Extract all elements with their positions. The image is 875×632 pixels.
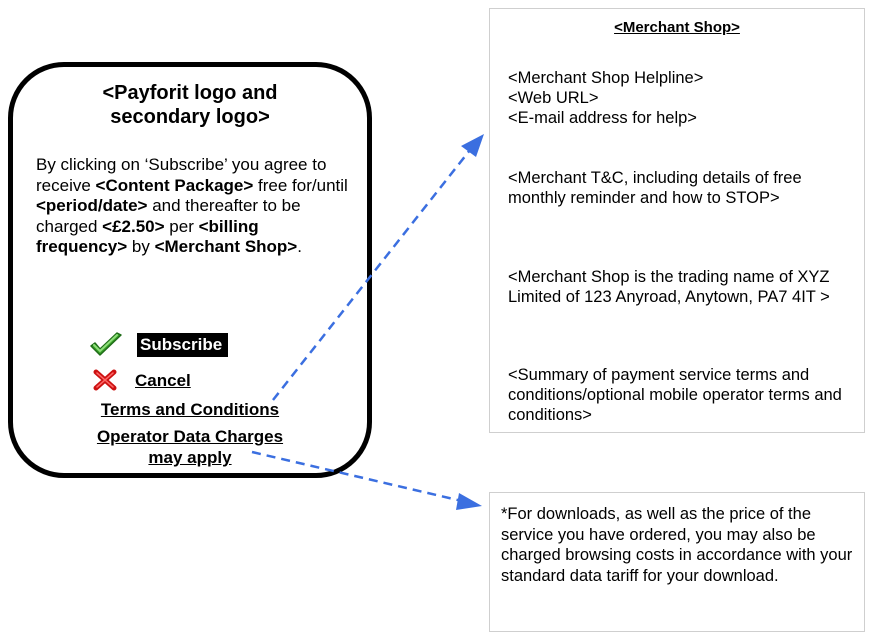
terms-text-2: free for/until [253, 175, 348, 195]
operator-data-charges-link[interactable]: Operator Data Charges [13, 426, 367, 447]
merchant-shop-placeholder: <Merchant Shop> [154, 237, 298, 256]
merchant-tandc: <Merchant T&C, including details of free… [508, 169, 802, 207]
terms-text-5: by [127, 237, 155, 256]
content-package-placeholder: <Content Package> [95, 175, 254, 195]
merchant-web-url: <Web URL> [508, 89, 599, 107]
merchant-help-email: <E-mail address for help> [508, 109, 697, 127]
check-icon [90, 332, 122, 356]
merchant-helpline: <Merchant Shop Helpline> [508, 69, 704, 87]
data-charges-footnote-panel: *For downloads, as well as the price of … [489, 492, 865, 632]
subscribe-label[interactable]: Subscribe [137, 333, 229, 357]
phone-screen-mockup: <Payforit logo and secondary logo> By cl… [8, 62, 372, 478]
operator-data-charges-link-line-2[interactable]: may apply [13, 447, 367, 468]
payment-service-summary: <Summary of payment service terms and co… [508, 366, 842, 424]
logo-line-1: <Payforit logo and [102, 82, 278, 104]
data-charges-footnote: *For downloads, as well as the price of … [501, 505, 853, 585]
terms-text-4: per [164, 216, 199, 236]
cancel-button[interactable]: Cancel [93, 367, 191, 393]
cross-icon [93, 369, 117, 391]
payforit-logo-placeholder: <Payforit logo and secondary logo> [13, 81, 367, 129]
terms-text-6: . [297, 237, 302, 256]
subscribe-button[interactable]: Subscribe [89, 332, 229, 358]
operator-to-footnote-arrowhead [456, 493, 482, 510]
period-date-placeholder: <period/date> [36, 196, 148, 215]
logo-line-2: secondary logo> [110, 106, 270, 128]
subscription-terms-text: By clicking on ‘Subscribe’ you agree to … [36, 155, 354, 258]
merchant-shop-title: <Merchant Shop> [614, 19, 740, 36]
merchant-shop-panel: <Merchant Shop> <Merchant Shop Helpline>… [489, 8, 865, 433]
terms-to-merchant-arrowhead [461, 134, 484, 157]
price-placeholder: <£2.50> [102, 216, 165, 236]
terms-and-conditions-link[interactable]: Terms and Conditions [13, 399, 367, 420]
cancel-label[interactable]: Cancel [135, 370, 191, 391]
merchant-trading-name: <Merchant Shop is the trading name of XY… [508, 268, 830, 306]
